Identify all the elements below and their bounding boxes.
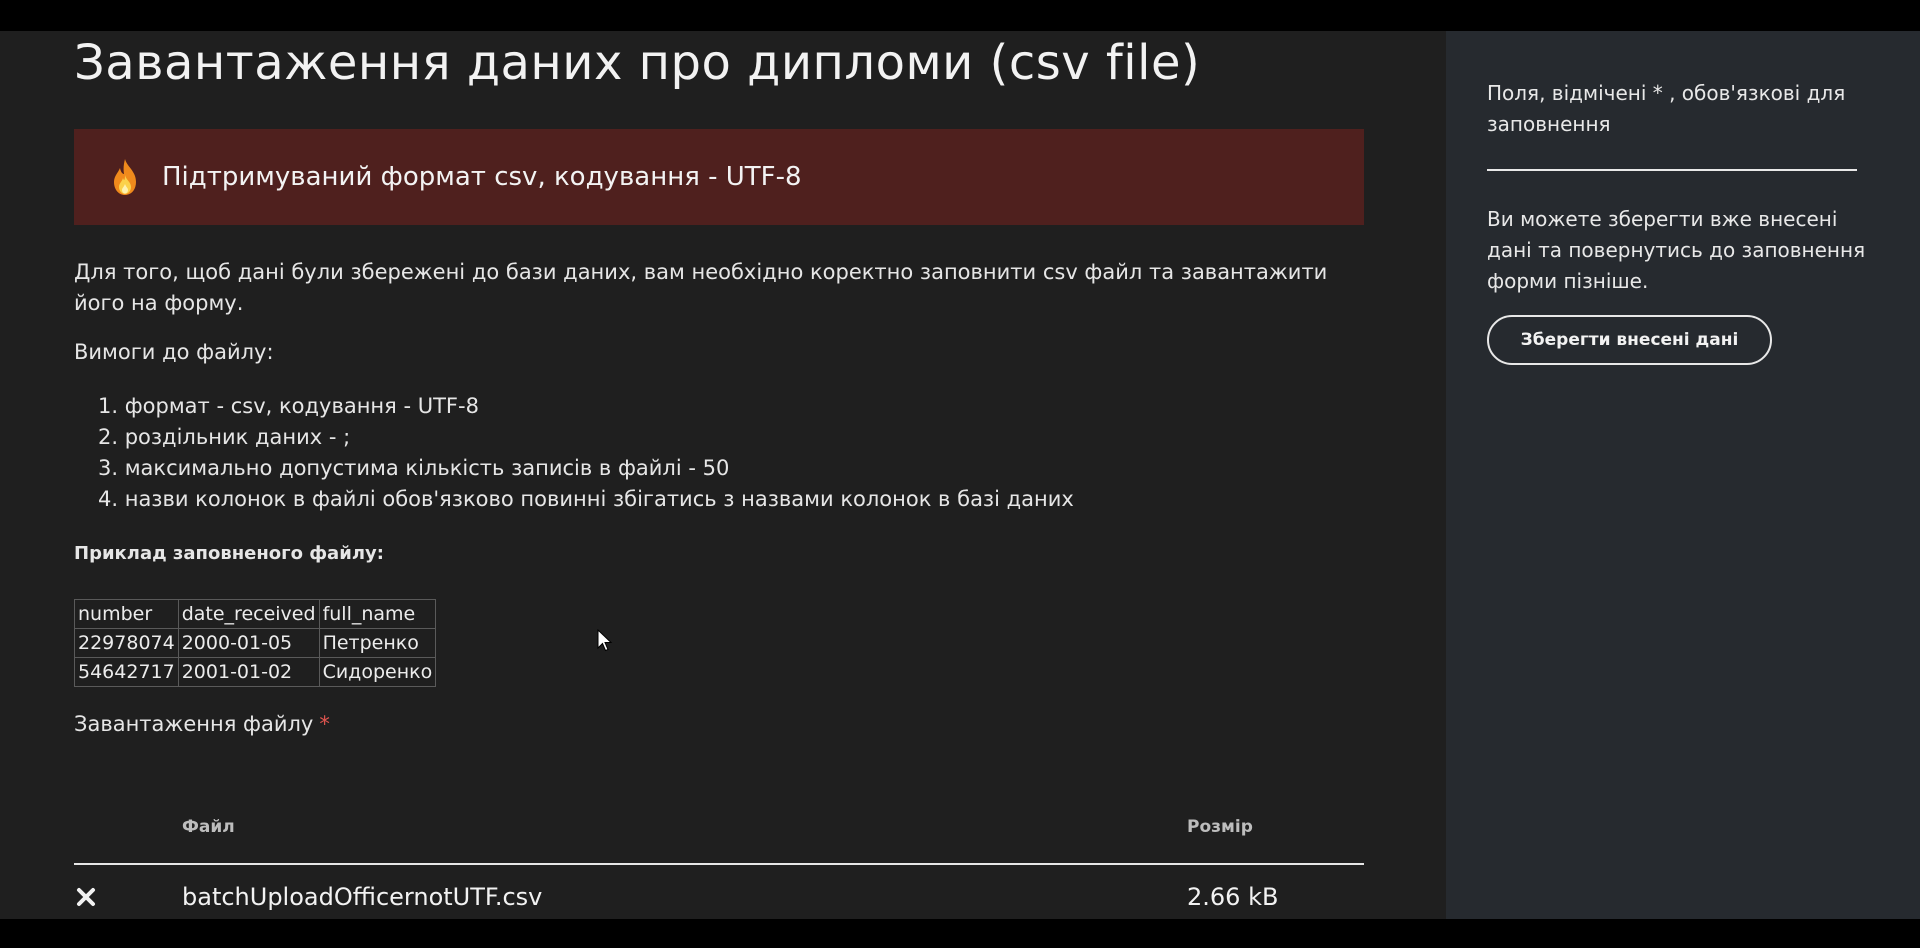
format-alert: Підтримуваний формат csv, кодування - UT… [74, 129, 1364, 225]
save-draft-note: Ви можете зберегти вже внесені дані та п… [1487, 207, 1866, 293]
required-marker: * [319, 712, 330, 736]
requirements-heading: Вимоги до файлу: [74, 340, 274, 364]
upload-field-label: Завантаження файлу * [74, 712, 330, 736]
required-fields-note: Поля, відмічені * , обов'язкові для запо… [1487, 81, 1846, 136]
table-cell: Сидоренко [318, 657, 437, 687]
requirements-list: 1. формат - csv, кодування - UTF-8 2. ро… [98, 391, 1074, 515]
table-row: 22978074 2000-01-05 Петренко [74, 628, 437, 658]
files-header-row: Файл Розмір [74, 795, 1364, 865]
example-table: number date_received full_name 22978074 … [74, 599, 437, 687]
mouse-cursor-icon [597, 629, 613, 652]
requirement-item: 3. максимально допустима кількість запис… [98, 456, 730, 480]
file-name: batchUploadOfficernotUTF.csv [182, 883, 543, 911]
table-cell: 2001-01-02 [177, 657, 320, 687]
alert-text: Підтримуваний формат csv, кодування - UT… [162, 162, 802, 192]
requirement-item: 1. формат - csv, кодування - UTF-8 [98, 394, 479, 418]
file-column-header: Файл [182, 817, 235, 837]
uploaded-files-table: Файл Розмір batchUploadOfficernotUTF.csv… [74, 795, 1364, 919]
requirement-item: 2. роздільник даних - ; [98, 425, 351, 449]
table-cell: Петренко [318, 628, 437, 658]
main-content: Завантаження даних про дипломи (csv file… [0, 31, 1446, 919]
app-window: Завантаження даних про дипломи (csv file… [0, 31, 1920, 919]
sidebar-divider [1487, 169, 1857, 171]
table-cell: 22978074 [74, 628, 179, 658]
intro-text: Для того, щоб дані були збережені до баз… [74, 260, 1328, 315]
table-cell: 54642717 [74, 657, 179, 687]
save-entered-data-button[interactable]: Зберегти внесені дані [1487, 315, 1772, 365]
example-column-header: date_received [177, 599, 320, 629]
close-icon[interactable] [74, 885, 98, 909]
example-heading: Приклад заповненого файлу: [74, 543, 384, 564]
example-header-row: number date_received full_name [74, 599, 437, 629]
fire-icon [114, 159, 136, 195]
file-size: 2.66 kB [1187, 883, 1279, 911]
upload-label-text: Завантаження файлу [74, 712, 314, 736]
table-cell: 2000-01-05 [177, 628, 320, 658]
table-row: 54642717 2001-01-02 Сидоренко [74, 657, 437, 687]
example-column-header: full_name [318, 599, 437, 629]
page-title: Завантаження даних про дипломи (csv file… [74, 35, 1201, 91]
requirement-item: 4. назви колонок в файлі обов'язково пов… [98, 487, 1074, 511]
sidebar: Поля, відмічені * , обов'язкові для запо… [1446, 31, 1920, 919]
example-column-header: number [74, 599, 179, 629]
file-row: batchUploadOfficernotUTF.csv 2.66 kB [74, 865, 1364, 919]
size-column-header: Розмір [1187, 817, 1253, 837]
